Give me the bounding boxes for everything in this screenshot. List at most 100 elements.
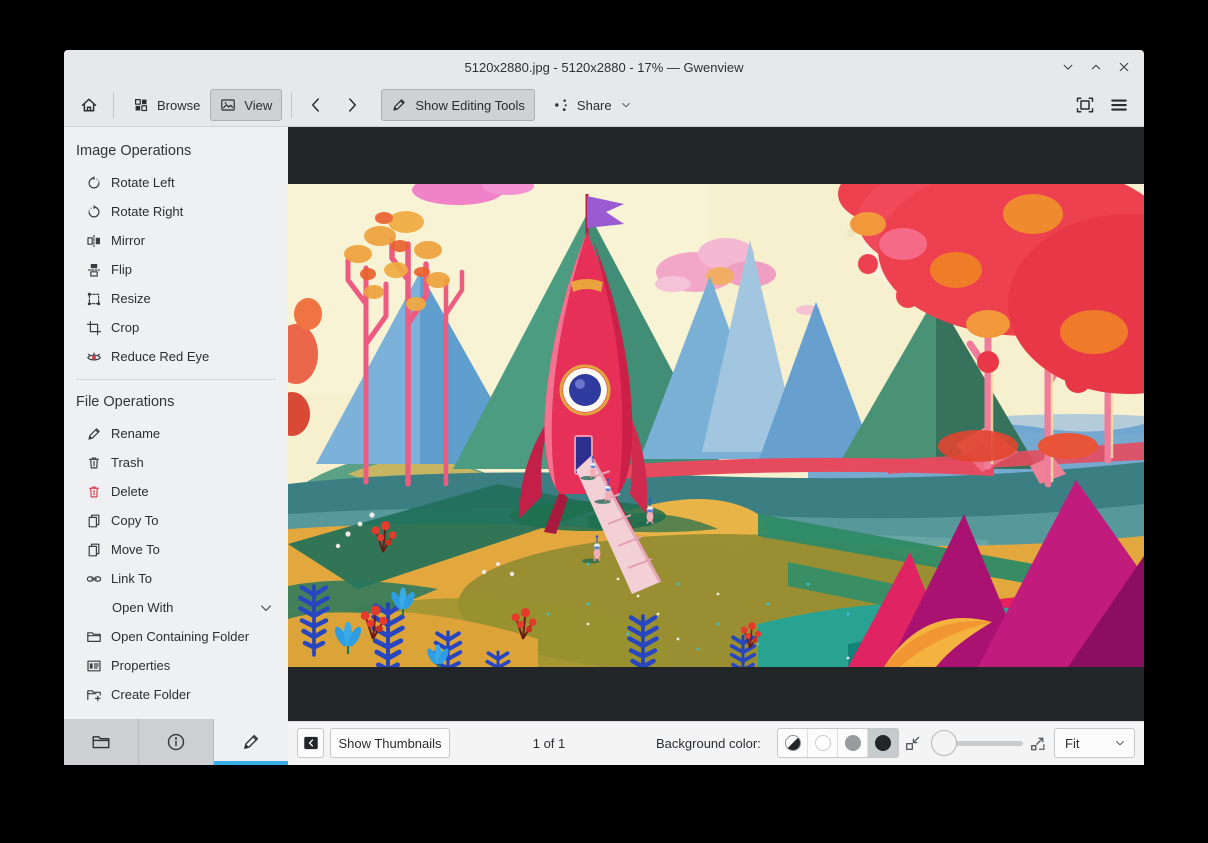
tab-operations[interactable] [214, 719, 288, 765]
image-operations-title: Image Operations [76, 143, 192, 159]
toggle-sidebar-button[interactable] [297, 728, 324, 758]
view-tab[interactable]: View [210, 89, 283, 121]
trash-icon [86, 455, 102, 471]
share-label: Share [576, 97, 612, 113]
op-label: Open Containing Folder [111, 629, 250, 644]
chevron-left-icon [306, 95, 326, 115]
op-resize[interactable]: Resize [64, 284, 288, 313]
delete-icon [86, 484, 102, 500]
properties-icon [86, 658, 102, 674]
tab-information[interactable] [139, 719, 214, 765]
op-label: Rotate Left [111, 175, 175, 190]
move-icon [86, 542, 102, 558]
viewed-image-artwork [288, 184, 1144, 667]
sidebar-divider [76, 379, 276, 380]
toolbar-separator [291, 92, 293, 118]
sidebar-tab-bar [64, 719, 288, 765]
browse-tab[interactable]: Browse [123, 89, 210, 121]
maximize-button[interactable] [1088, 59, 1104, 75]
flip-icon [86, 262, 102, 278]
previous-image-button[interactable] [301, 90, 331, 120]
rotate-left-icon [86, 175, 102, 191]
share-button[interactable]: Share [543, 89, 642, 121]
background-color-label: Background color: [656, 736, 761, 751]
chevron-down-icon [620, 99, 632, 111]
rotate-right-icon [86, 204, 102, 220]
op-reduce-red-eye[interactable]: Reduce Red Eye [64, 342, 288, 371]
op-label: Rename [111, 426, 161, 441]
operations-sidebar: Image Operations Rotate Left Rotate Righ… [64, 127, 288, 765]
pencil-icon [391, 97, 407, 113]
actual-size-icon[interactable] [1029, 734, 1047, 752]
minimize-button[interactable] [1060, 59, 1076, 75]
op-copy-to[interactable]: Copy To [64, 506, 288, 535]
hamburger-menu-button[interactable] [1104, 90, 1134, 120]
op-open-with[interactable]: Open With [64, 593, 288, 622]
status-bar: Show Thumbnails 1 of 1 Background color:… [288, 721, 1144, 765]
resize-icon [86, 291, 102, 307]
op-rotate-left[interactable]: Rotate Left [64, 168, 288, 197]
op-rename[interactable]: Rename [64, 419, 288, 448]
gray-swatch-icon [844, 735, 861, 751]
browse-label: Browse [157, 97, 201, 113]
op-move-to[interactable]: Move To [64, 535, 288, 564]
hamburger-icon [1109, 95, 1129, 115]
chevron-down-icon [1114, 737, 1126, 749]
op-mirror[interactable]: Mirror [64, 226, 288, 255]
image-viewport[interactable] [288, 127, 1144, 721]
op-link-to[interactable]: Link To [64, 564, 288, 593]
op-label: Properties [111, 658, 171, 673]
tab-folders[interactable] [64, 719, 139, 765]
fullscreen-button[interactable] [1070, 90, 1100, 120]
op-trash[interactable]: Trash [64, 448, 288, 477]
pencil-icon [241, 732, 261, 752]
op-label: Create Folder [111, 687, 191, 702]
op-crop[interactable]: Crop [64, 313, 288, 342]
fullscreen-icon [1075, 95, 1095, 115]
show-editing-tools-button[interactable]: Show Editing Tools [381, 89, 535, 121]
link-icon [86, 571, 102, 587]
close-button[interactable] [1116, 59, 1132, 75]
op-label: Reduce Red Eye [111, 349, 210, 364]
bg-color-white-button[interactable] [808, 729, 838, 757]
new-folder-icon [86, 687, 102, 703]
show-editing-tools-label: Show Editing Tools [415, 97, 525, 113]
info-icon [166, 732, 186, 752]
home-icon [79, 95, 99, 115]
op-open-containing-folder[interactable]: Open Containing Folder [64, 622, 288, 651]
zoom-to-fit-icon[interactable] [904, 734, 922, 752]
bg-color-auto-button[interactable] [778, 729, 808, 757]
auto-contrast-swatch-icon [784, 735, 801, 751]
share-icon [553, 97, 569, 113]
op-create-folder[interactable]: Create Folder [64, 680, 288, 709]
red-eye-icon [86, 349, 102, 365]
op-flip[interactable]: Flip [64, 255, 288, 284]
zoom-mode-value: Fit [1065, 735, 1080, 751]
show-thumbnails-button[interactable]: Show Thumbnails [330, 728, 450, 758]
chevron-right-icon [342, 95, 362, 115]
op-rotate-right[interactable]: Rotate Right [64, 197, 288, 226]
toolbar-separator [113, 92, 114, 118]
file-operations-title: File Operations [76, 394, 175, 410]
bg-color-black-button[interactable] [868, 729, 898, 757]
page-indicator: 1 of 1 [532, 736, 566, 751]
op-label: Trash [111, 455, 144, 470]
view-image-icon [220, 97, 236, 113]
browse-grid-icon [133, 97, 149, 113]
titlebar[interactable]: 5120x2880.jpg - 5120x2880 - 17% — Gwenvi… [64, 50, 1144, 84]
next-image-button[interactable] [337, 90, 367, 120]
folder-open-icon [86, 629, 102, 645]
zoom-slider-handle[interactable] [931, 730, 957, 756]
home-button[interactable] [74, 90, 104, 120]
op-label: Flip [111, 262, 132, 277]
folder-icon [91, 732, 111, 752]
image-view-area: Show Thumbnails 1 of 1 Background color:… [288, 127, 1144, 765]
chevron-down-icon [258, 600, 274, 616]
copy-icon [86, 513, 102, 529]
op-properties[interactable]: Properties [64, 651, 288, 680]
bg-color-gray-button[interactable] [838, 729, 868, 757]
op-delete[interactable]: Delete [64, 477, 288, 506]
op-label: Move To [111, 542, 160, 557]
background-color-group [777, 728, 899, 758]
zoom-mode-dropdown[interactable]: Fit [1054, 728, 1135, 758]
